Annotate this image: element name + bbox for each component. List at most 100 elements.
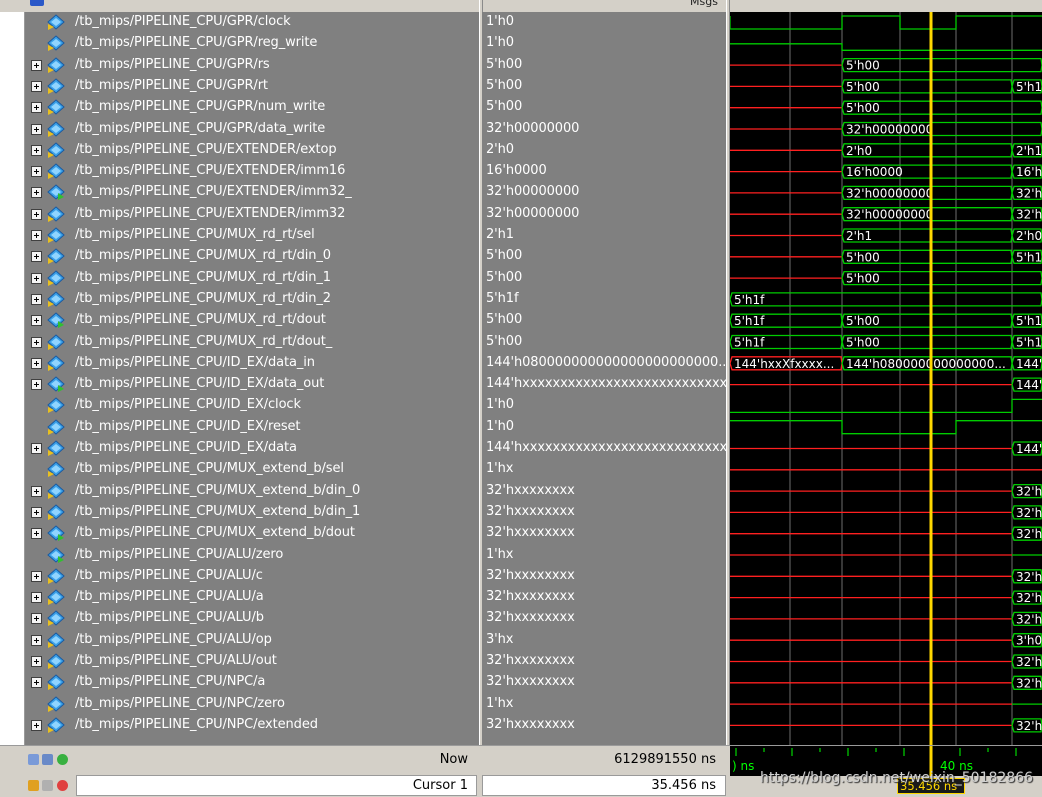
value-row[interactable]: 32'hxxxxxxxx xyxy=(482,715,726,736)
wave-toolbar-icon[interactable] xyxy=(30,0,44,6)
signal-row[interactable]: /tb_mips/PIPELINE_CPU/MUX_extend_b/sel xyxy=(25,459,480,480)
value-row[interactable]: 32'h00000000 xyxy=(482,182,726,203)
expand-icon[interactable] xyxy=(31,506,42,518)
expand-icon[interactable] xyxy=(31,634,42,646)
signal-row[interactable]: /tb_mips/PIPELINE_CPU/NPC/extended xyxy=(25,715,480,736)
expand-icon[interactable] xyxy=(31,123,42,135)
signal-row[interactable]: /tb_mips/PIPELINE_CPU/ALU/out xyxy=(25,651,480,672)
expand-icon[interactable] xyxy=(31,677,42,689)
value-row[interactable]: 32'hxxxxxxxx xyxy=(482,587,726,608)
expand-icon[interactable] xyxy=(31,613,42,625)
value-row[interactable]: 2'h1 xyxy=(482,225,726,246)
value-row[interactable]: 1'h0 xyxy=(482,12,726,33)
add-icon[interactable] xyxy=(57,754,68,765)
expand-icon[interactable] xyxy=(31,357,42,369)
value-row[interactable]: 5'h00 xyxy=(482,332,726,353)
expand-icon[interactable] xyxy=(31,528,42,540)
expand-icon[interactable] xyxy=(31,656,42,667)
expand-icon[interactable] xyxy=(31,230,42,241)
window-icon[interactable] xyxy=(42,754,53,765)
signal-name-pane[interactable]: /tb_mips/PIPELINE_CPU/GPR/clock/tb_mips/… xyxy=(25,12,480,745)
value-row[interactable]: 5'h00 xyxy=(482,268,726,289)
expand-icon[interactable] xyxy=(31,379,42,391)
signal-row[interactable]: /tb_mips/PIPELINE_CPU/ALU/b xyxy=(25,608,480,629)
signal-row[interactable]: /tb_mips/PIPELINE_CPU/MUX_rd_rt/dout_ xyxy=(25,332,480,353)
signal-row[interactable]: /tb_mips/PIPELINE_CPU/ALU/op xyxy=(25,630,480,651)
expand-icon[interactable] xyxy=(31,208,42,220)
waveform-pane[interactable]: 5'h00 5'h00 5'h1f 5'h00 32'h00000000 2'h0 2'h1… xyxy=(730,12,1042,745)
signal-row[interactable]: /tb_mips/PIPELINE_CPU/GPR/data_write xyxy=(25,119,480,140)
value-row[interactable]: 5'h00 xyxy=(482,76,726,97)
value-row[interactable]: 144'hxxxxxxxxxxxxxxxxxxxxxxxxxxx... xyxy=(482,374,726,395)
value-row[interactable]: 144'hxxxxxxxxxxxxxxxxxxxxxxxxxxx... xyxy=(482,438,726,459)
signal-row[interactable]: /tb_mips/PIPELINE_CPU/EXTENDER/imm32 xyxy=(25,204,480,225)
value-row[interactable]: 5'h00 xyxy=(482,246,726,267)
expand-icon[interactable] xyxy=(31,272,42,284)
signal-row[interactable]: /tb_mips/PIPELINE_CPU/MUX_rd_rt/din_1 xyxy=(25,268,480,289)
signal-row[interactable]: /tb_mips/PIPELINE_CPU/GPR/reg_write xyxy=(25,33,480,54)
expand-icon[interactable] xyxy=(31,719,42,731)
expand-icon[interactable] xyxy=(31,293,42,305)
signal-row[interactable]: /tb_mips/PIPELINE_CPU/MUX_extend_b/din_1 xyxy=(25,502,480,523)
value-row[interactable]: 5'h00 xyxy=(482,97,726,118)
expand-icon[interactable] xyxy=(31,102,42,114)
zoom-icon[interactable] xyxy=(28,754,39,765)
signal-row[interactable]: /tb_mips/PIPELINE_CPU/ALU/c xyxy=(25,566,480,587)
signal-value-pane[interactable]: 1'h0 1'h0 5'h00 5'h00 5'h00 32'h00000000 2'h0 1… xyxy=(482,12,726,745)
signal-row[interactable]: /tb_mips/PIPELINE_CPU/MUX_rd_rt/sel xyxy=(25,225,480,246)
value-row[interactable]: 32'hxxxxxxxx xyxy=(482,502,726,523)
signal-row[interactable]: /tb_mips/PIPELINE_CPU/GPR/rt xyxy=(25,76,480,97)
signal-row[interactable]: /tb_mips/PIPELINE_CPU/MUX_extend_b/din_0 xyxy=(25,481,480,502)
value-row[interactable]: 1'h0 xyxy=(482,395,726,416)
expand-icon[interactable] xyxy=(31,443,42,454)
expand-icon[interactable] xyxy=(31,336,42,348)
expand-icon[interactable] xyxy=(31,315,42,327)
signal-row[interactable]: /tb_mips/PIPELINE_CPU/GPR/num_write xyxy=(25,97,480,118)
expand-icon[interactable] xyxy=(31,592,42,604)
value-row[interactable]: 5'h00 xyxy=(482,55,726,76)
expand-icon[interactable] xyxy=(31,251,42,263)
value-row[interactable]: 32'hxxxxxxxx xyxy=(482,523,726,544)
signal-row[interactable]: /tb_mips/PIPELINE_CPU/ID_EX/data xyxy=(25,438,480,459)
value-row[interactable]: 3'hx xyxy=(482,630,726,651)
expand-icon[interactable] xyxy=(31,166,42,178)
signal-row[interactable]: /tb_mips/PIPELINE_CPU/EXTENDER/extop xyxy=(25,140,480,161)
expand-icon[interactable] xyxy=(31,144,42,156)
signal-row[interactable]: /tb_mips/PIPELINE_CPU/MUX_extend_b/dout xyxy=(25,523,480,544)
value-row[interactable]: 1'hx xyxy=(482,459,726,480)
value-row[interactable]: 32'h00000000 xyxy=(482,204,726,225)
signal-row[interactable]: /tb_mips/PIPELINE_CPU/EXTENDER/imm32_ xyxy=(25,182,480,203)
signal-row[interactable]: /tb_mips/PIPELINE_CPU/ID_EX/clock xyxy=(25,395,480,416)
value-row[interactable]: 5'h00 xyxy=(482,310,726,331)
value-row[interactable]: 32'hxxxxxxxx xyxy=(482,608,726,629)
value-row[interactable]: 1'hx xyxy=(482,694,726,715)
lock-icon[interactable] xyxy=(28,780,39,791)
value-row[interactable]: 1'h0 xyxy=(482,33,726,54)
value-row[interactable]: 32'hxxxxxxxx xyxy=(482,672,726,693)
value-row[interactable]: 1'h0 xyxy=(482,417,726,438)
signal-row[interactable]: /tb_mips/PIPELINE_CPU/ID_EX/data_out xyxy=(25,374,480,395)
expand-icon[interactable] xyxy=(31,570,42,582)
value-row[interactable]: 5'h1f xyxy=(482,289,726,310)
signal-row[interactable]: /tb_mips/PIPELINE_CPU/GPR/rs xyxy=(25,55,480,76)
signal-row[interactable]: /tb_mips/PIPELINE_CPU/MUX_rd_rt/din_2 xyxy=(25,289,480,310)
remove-icon[interactable] xyxy=(57,780,68,791)
value-row[interactable]: 2'h0 xyxy=(482,140,726,161)
value-row[interactable]: 32'h00000000 xyxy=(482,119,726,140)
value-row[interactable]: 1'hx xyxy=(482,545,726,566)
value-row[interactable]: 32'hxxxxxxxx xyxy=(482,651,726,672)
value-row[interactable]: 144'h080000000000000000000000... xyxy=(482,353,726,374)
signal-row[interactable]: /tb_mips/PIPELINE_CPU/ALU/a xyxy=(25,587,480,608)
expand-icon[interactable] xyxy=(31,59,42,71)
signal-row[interactable]: /tb_mips/PIPELINE_CPU/EXTENDER/imm16 xyxy=(25,161,480,182)
signal-row[interactable]: /tb_mips/PIPELINE_CPU/MUX_rd_rt/din_0 xyxy=(25,246,480,267)
expand-icon[interactable] xyxy=(31,485,42,497)
signal-row[interactable]: /tb_mips/PIPELINE_CPU/MUX_rd_rt/dout xyxy=(25,310,480,331)
signal-row[interactable]: /tb_mips/PIPELINE_CPU/NPC/a xyxy=(25,672,480,693)
value-row[interactable]: 32'hxxxxxxxx xyxy=(482,481,726,502)
expand-icon[interactable] xyxy=(31,187,42,199)
signal-row[interactable]: /tb_mips/PIPELINE_CPU/ID_EX/data_in xyxy=(25,353,480,374)
expand-icon[interactable] xyxy=(31,80,42,92)
value-row[interactable]: 16'h0000 xyxy=(482,161,726,182)
value-row[interactable]: 32'hxxxxxxxx xyxy=(482,566,726,587)
